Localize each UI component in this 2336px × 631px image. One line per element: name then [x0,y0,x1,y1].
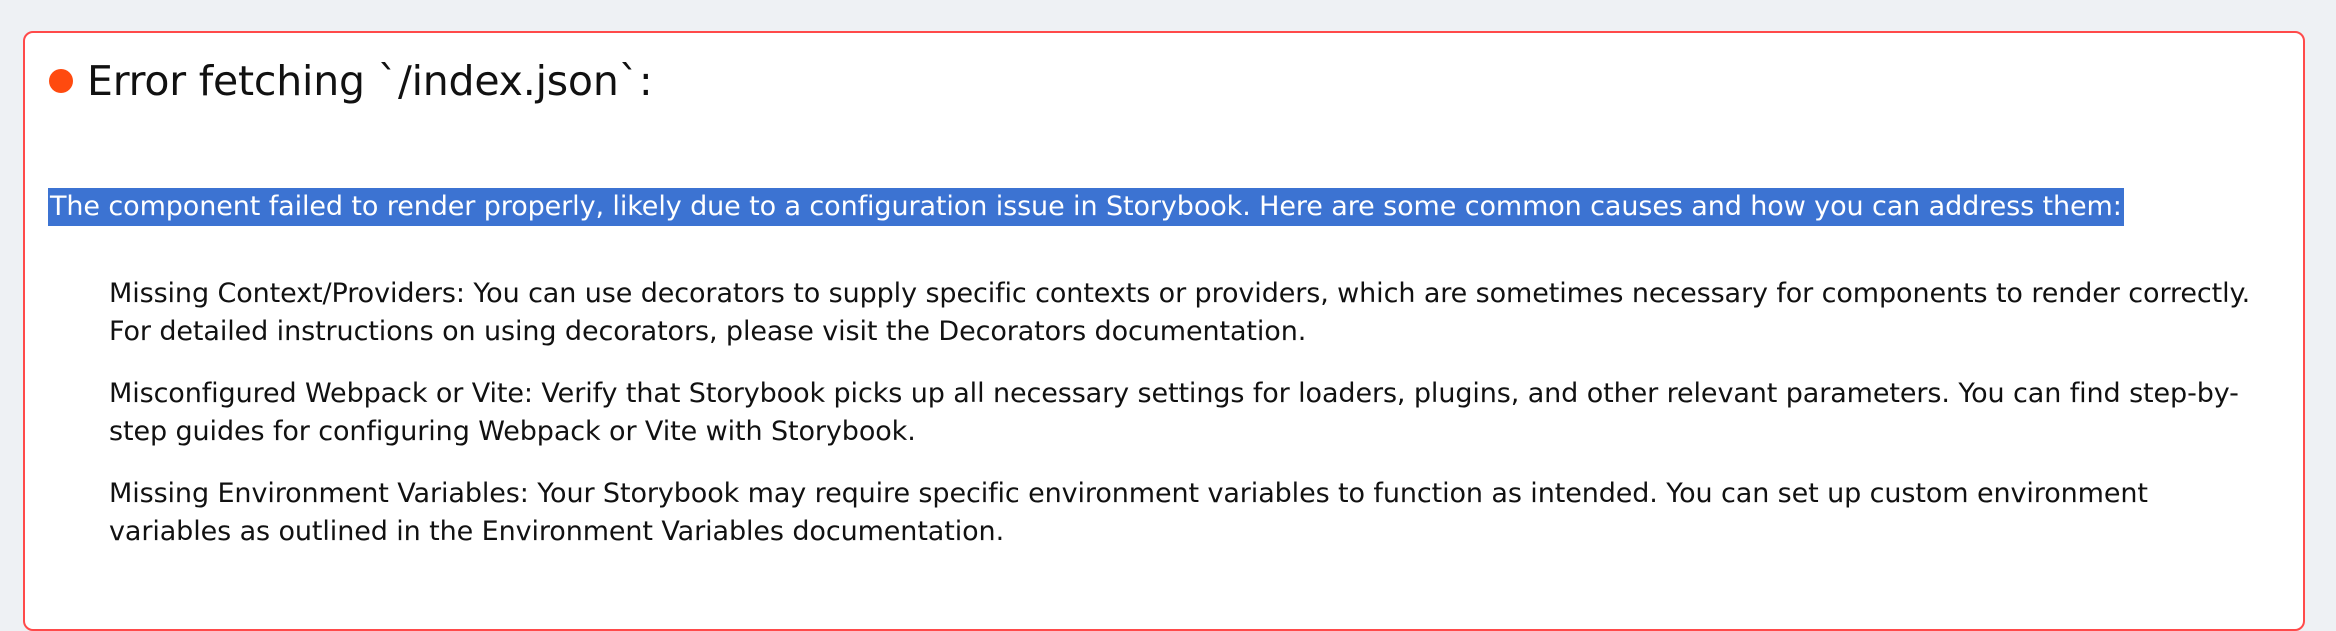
error-title-row: Error fetching `/index.json`: [49,54,653,108]
error-title: Error fetching `/index.json`: [87,57,653,105]
cause-missing-context-providers: Missing Context/Providers: You can use d… [109,278,2251,347]
cause-misconfigured-webpack-vite: Misconfigured Webpack or Vite: Verify th… [109,378,2239,447]
cause-missing-environment-variables: Missing Environment Variables: Your Stor… [109,478,2148,547]
error-status-dot-icon [49,69,73,93]
common-causes-list: Missing Context/Providers: You can use d… [109,275,2259,575]
error-intro-text: The component failed to render properly,… [48,188,2124,226]
